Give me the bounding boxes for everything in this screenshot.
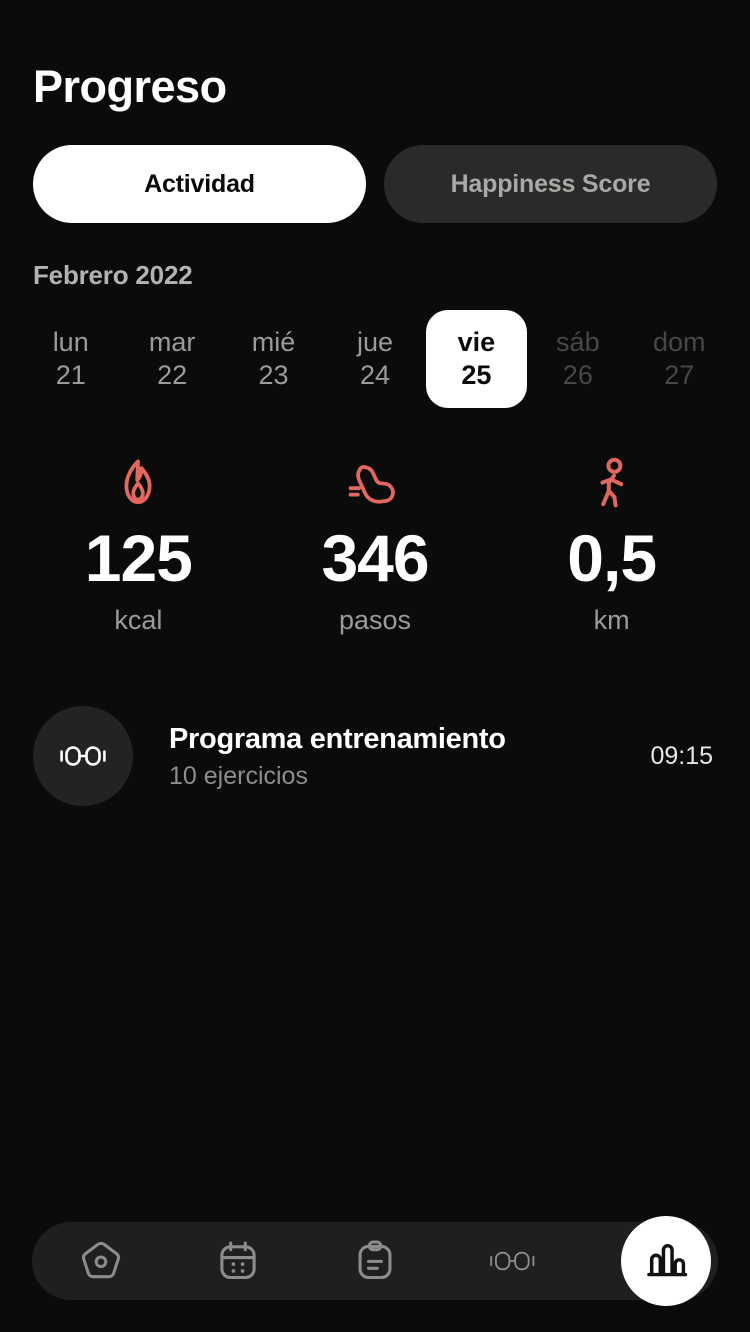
workout-time: 09:15 — [650, 741, 713, 770]
list-item[interactable]: Programa entrenamiento 10 ejercicios 09:… — [33, 705, 717, 807]
tab-bar: Actividad Happiness Score — [33, 145, 717, 223]
stat-value: 346 — [321, 521, 429, 595]
day-name: jue — [356, 327, 393, 358]
day-number: 27 — [664, 360, 695, 390]
nav-item-clipboard[interactable] — [306, 1222, 443, 1300]
nav-item-home[interactable] — [32, 1222, 169, 1300]
week-strip: lun 21 mar 22 mié 23 jue 24 vie 25 sáb 2… — [20, 310, 730, 408]
bottom-nav — [32, 1216, 718, 1306]
day-number: 21 — [55, 360, 86, 390]
day-cell-lun-21[interactable]: lun 21 — [20, 310, 121, 408]
nav-item-calendar[interactable] — [169, 1222, 306, 1300]
calendar-icon — [220, 1241, 256, 1280]
day-name: vie — [457, 327, 496, 358]
day-cell-mar-22[interactable]: mar 22 — [121, 310, 222, 408]
nav-item-progress[interactable] — [621, 1216, 711, 1306]
day-number: 26 — [562, 360, 593, 390]
stat-value: 0,5 — [567, 521, 657, 595]
bar-chart-icon — [647, 1243, 688, 1277]
stat-value: 125 — [84, 521, 193, 595]
stat-unit: km — [593, 605, 630, 635]
workout-title: Programa entrenamiento — [169, 723, 506, 756]
stat-unit: pasos — [338, 605, 412, 635]
day-name: dom — [652, 327, 706, 358]
stats-row: 125 kcal 346 pasos 0,5 km — [20, 455, 730, 636]
day-name: mié — [251, 327, 296, 358]
stat-unit: kcal — [114, 605, 163, 635]
day-number: 25 — [461, 360, 492, 390]
day-name: mar — [148, 327, 196, 358]
tab-happiness-score[interactable]: Happiness Score — [384, 145, 717, 223]
shoe-icon — [345, 455, 405, 513]
nav-item-progress-slot — [581, 1216, 718, 1306]
dumbbell-icon — [60, 746, 106, 766]
dumbbell-icon — [490, 1251, 535, 1271]
nav-item-workouts[interactable] — [444, 1222, 581, 1300]
home-icon — [81, 1241, 120, 1279]
day-cell-jue-24[interactable]: jue 24 — [324, 310, 425, 408]
clipboard-icon — [358, 1240, 392, 1280]
workout-badge — [33, 706, 133, 806]
workout-list: Programa entrenamiento 10 ejercicios 09:… — [33, 705, 717, 807]
day-number: 22 — [157, 360, 188, 390]
walking-icon — [592, 455, 632, 513]
nav-active-wrap — [610, 1216, 722, 1306]
stat-steps: 346 pasos — [257, 455, 494, 636]
day-cell-dom-27[interactable]: dom 27 — [629, 310, 730, 408]
month-label: Febrero 2022 — [33, 260, 193, 290]
tab-actividad[interactable]: Actividad — [33, 145, 366, 223]
day-name: lun — [52, 327, 89, 358]
page-title: Progreso — [33, 61, 227, 112]
day-cell-sab-26[interactable]: sáb 26 — [527, 310, 628, 408]
day-cell-vie-25[interactable]: vie 25 — [425, 310, 528, 408]
progress-screen: Progreso Actividad Happiness Score Febre… — [0, 0, 750, 1332]
workout-text: Programa entrenamiento 10 ejercicios — [169, 721, 650, 790]
flame-icon — [114, 455, 162, 513]
day-cell-mie-23[interactable]: mié 23 — [223, 310, 324, 408]
stat-distance: 0,5 km — [493, 455, 730, 636]
workout-subtitle: 10 ejercicios — [169, 761, 308, 790]
stat-calories: 125 kcal — [20, 455, 257, 636]
day-name: sáb — [556, 327, 600, 358]
day-number: 23 — [258, 360, 289, 390]
day-number: 24 — [359, 360, 390, 390]
